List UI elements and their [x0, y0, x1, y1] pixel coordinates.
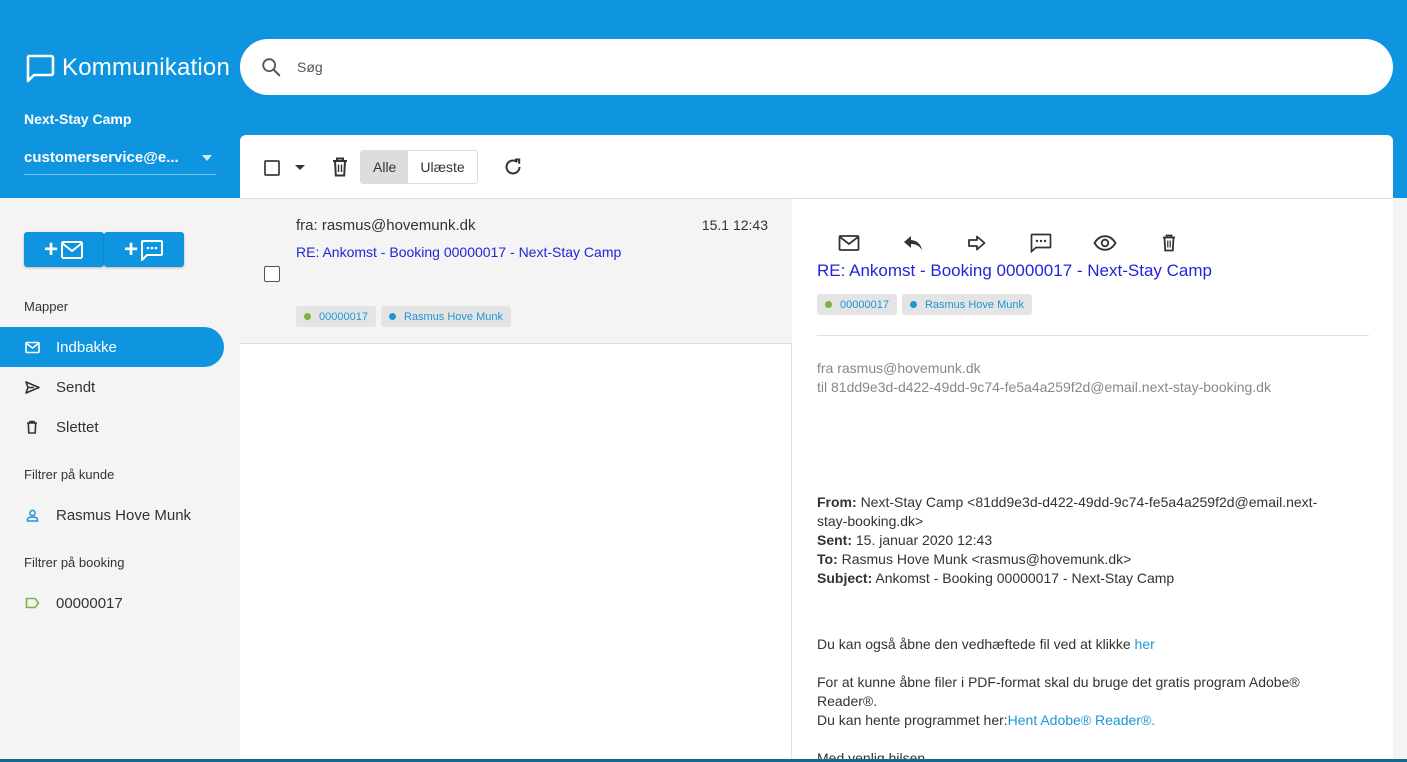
app-title: Kommunikation [62, 54, 231, 81]
account-value: customerservice@e... [24, 149, 179, 166]
sidebar-item-label: Sendt [56, 378, 96, 396]
select-all-checkbox[interactable] [264, 160, 280, 176]
quoted-sent: Sent: 15. januar 2020 12:43 [817, 532, 993, 548]
adobe-reader-link[interactable]: Hent Adobe® Reader®. [1008, 712, 1156, 728]
mail-subject: RE: Ankomst - Booking 00000017 - Next-St… [296, 244, 622, 260]
refresh-icon[interactable] [502, 156, 524, 178]
detail-to: til 81dd9e3d-d422-49dd-9c74-fe5a4a259f2d… [817, 379, 1271, 395]
body-paragraph-1: Du kan også åbne den vedhæftede fil ved … [817, 636, 1155, 652]
account-select[interactable]: customerservice@e... [24, 149, 216, 175]
trash-icon[interactable] [1157, 231, 1181, 255]
green-dot-icon [825, 301, 832, 308]
divider [817, 335, 1369, 336]
customer-filter-label: Rasmus Hove Munk [56, 506, 192, 524]
booking-filter-title: Filtrer på booking [24, 555, 125, 570]
mail-date: 15.1 12:43 [701, 217, 768, 233]
chevron-down-icon[interactable] [295, 165, 305, 170]
eye-icon[interactable] [1093, 231, 1117, 255]
mail-tags: 00000017 Rasmus Hove Munk [296, 306, 516, 327]
body-paragraph-3: Du kan hente programmet her:Hent Adobe® … [817, 712, 1156, 728]
sidebar-item-label: Indbakke [56, 338, 117, 356]
attachment-link[interactable]: her [1135, 636, 1155, 652]
sidebar: + + Mapper Indbakke Sendt Slettet Filtre… [0, 198, 240, 762]
chevron-down-icon [202, 155, 212, 161]
sms-icon [141, 239, 163, 261]
company-name: Next-Stay Camp [24, 111, 132, 127]
sidebar-item-inbox[interactable]: Indbakke [0, 327, 224, 367]
quoted-from-cont: stay-booking.dk> [817, 513, 924, 529]
app-brand: Kommunikation [24, 52, 230, 84]
filter-toggle: Alle Ulæste [360, 150, 478, 184]
chat-bubble-icon [26, 54, 55, 83]
new-email-button[interactable]: + [24, 232, 104, 267]
list-toolbar: Alle Ulæste [240, 135, 1393, 199]
sidebar-item-sent[interactable]: Sendt [0, 367, 224, 407]
customer-tag[interactable]: Rasmus Hove Munk [901, 294, 1032, 315]
quoted-subject: Subject: Ankomst - Booking 00000017 - Ne… [817, 570, 1175, 586]
filter-all-button[interactable]: Alle [361, 151, 409, 183]
list-item[interactable]: fra: rasmus@hovemunk.dk 15.1 12:43 RE: A… [240, 199, 792, 344]
person-icon [24, 507, 40, 523]
detail-tags: 00000017 Rasmus Hove Munk [817, 294, 1037, 315]
detail-subject: RE: Ankomst - Booking 00000017 - Next-St… [817, 261, 1212, 280]
customer-filter-item[interactable]: Rasmus Hove Munk [0, 495, 224, 535]
sidebar-item-deleted[interactable]: Slettet [0, 407, 224, 447]
sms-icon[interactable] [1029, 231, 1053, 255]
body-paragraph-2: For at kunne åbne filer i PDF-format ska… [817, 674, 1300, 690]
sidebar-item-label: Slettet [56, 418, 99, 436]
mail-from: fra: rasmus@hovemunk.dk [296, 217, 476, 234]
green-dot-icon [304, 313, 311, 320]
reply-icon[interactable] [901, 231, 925, 255]
trash-icon [24, 419, 40, 435]
filter-unread-button[interactable]: Ulæste [408, 151, 476, 183]
mail-list: fra: rasmus@hovemunk.dk 15.1 12:43 RE: A… [240, 199, 792, 762]
blue-dot-icon [388, 313, 396, 320]
mail-icon [24, 339, 40, 355]
body-paragraph-2-cont: Reader®. [817, 693, 878, 709]
row-checkbox[interactable] [264, 266, 280, 282]
booking-filter-label: 00000017 [56, 594, 123, 612]
detail-from: fra rasmus@hovemunk.dk [817, 360, 981, 376]
mail-detail: RE: Ankomst - Booking 00000017 - Next-St… [793, 199, 1393, 762]
search-icon [262, 58, 281, 77]
folders-title: Mapper [24, 299, 69, 314]
quoted-to: To: Rasmus Hove Munk <rasmus@hovemunk.dk… [817, 551, 1132, 567]
search-bar[interactable] [240, 39, 1393, 95]
send-icon [24, 379, 40, 395]
forward-icon[interactable] [965, 231, 989, 255]
new-sms-button[interactable]: + [104, 232, 184, 267]
trash-icon[interactable] [329, 156, 351, 178]
label-icon [24, 595, 40, 611]
booking-filter-item[interactable]: 00000017 [0, 583, 224, 623]
mail-panel: Alle Ulæste fra: rasmus@hovemunk.dk 15.1… [240, 135, 1393, 762]
booking-tag[interactable]: 00000017 [296, 306, 376, 327]
blue-dot-icon [909, 301, 917, 308]
customer-filter-title: Filtrer på kunde [24, 467, 115, 482]
mail-icon [61, 240, 83, 259]
booking-tag[interactable]: 00000017 [817, 294, 897, 315]
customer-tag[interactable]: Rasmus Hove Munk [380, 306, 511, 327]
search-input[interactable] [297, 59, 1197, 75]
quoted-from: From: Next-Stay Camp <81dd9e3d-d422-49dd… [817, 494, 1318, 510]
mark-unread-icon[interactable] [837, 231, 861, 255]
